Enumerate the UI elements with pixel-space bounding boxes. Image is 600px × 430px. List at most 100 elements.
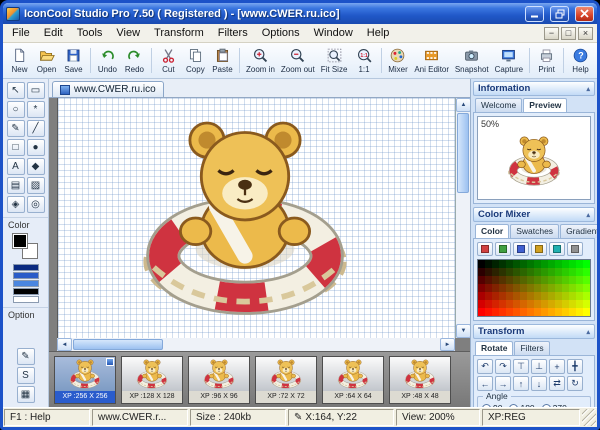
palette-swatch[interactable]	[499, 292, 506, 300]
palette-swatch[interactable]	[562, 308, 569, 316]
color-mixer-tab-swatches[interactable]: Swatches	[510, 224, 560, 238]
shift-left-button[interactable]: ←	[477, 376, 493, 391]
menu-file[interactable]: File	[5, 25, 37, 41]
palette-swatch[interactable]	[520, 268, 527, 276]
menu-view[interactable]: View	[109, 25, 147, 41]
brush-tool[interactable]: ✎	[16, 348, 35, 365]
palette-swatch[interactable]	[541, 308, 548, 316]
fill-tool[interactable]: ◆	[26, 158, 45, 175]
palette-swatch[interactable]	[506, 268, 513, 276]
palette-swatch[interactable]	[513, 300, 520, 308]
shift-up-button[interactable]: ↑	[513, 376, 529, 391]
palette-swatch[interactable]	[485, 292, 492, 300]
palette-swatch[interactable]	[555, 260, 562, 268]
horizontal-scrollbar[interactable]: ◄ ►	[57, 338, 455, 351]
lasso-tool[interactable]: ○	[6, 101, 25, 118]
save-button[interactable]: Save	[60, 44, 87, 77]
palette-swatch[interactable]	[555, 284, 562, 292]
zoom-tool[interactable]: ◎	[26, 196, 45, 213]
palette-swatch[interactable]	[576, 284, 583, 292]
palette-swatch[interactable]	[576, 268, 583, 276]
1-1-button[interactable]: 1:1	[351, 44, 378, 77]
palette-swatch[interactable]	[527, 284, 534, 292]
redo-button[interactable]: Redo	[121, 44, 148, 77]
palette-swatch[interactable]	[562, 276, 569, 284]
palette-swatch[interactable]	[548, 308, 555, 316]
palette-swatch[interactable]	[485, 276, 492, 284]
palette-swatch[interactable]	[506, 300, 513, 308]
new-button[interactable]: New	[6, 44, 33, 77]
palette-swatch[interactable]	[583, 260, 590, 268]
palette-swatch[interactable]	[534, 300, 541, 308]
palette-swatch[interactable]	[583, 300, 590, 308]
palette-swatch[interactable]	[513, 292, 520, 300]
snapshot-button[interactable]: Snapshot	[452, 44, 492, 77]
thumbnail[interactable]: XP :128 X 128	[121, 355, 183, 404]
menu-options[interactable]: Options	[255, 25, 307, 41]
palette-swatch[interactable]	[478, 276, 485, 284]
palette-swatch[interactable]	[548, 284, 555, 292]
select-tool[interactable]: ↖	[6, 82, 25, 99]
copy-button[interactable]: Copy	[182, 44, 209, 77]
mixer-button[interactable]: Mixer	[384, 44, 411, 77]
minimize-button[interactable]	[525, 5, 544, 22]
palette-swatch[interactable]	[527, 308, 534, 316]
resize-grip[interactable]	[582, 409, 596, 426]
angle-radio-270[interactable]	[541, 403, 551, 407]
angle-option-90[interactable]: 90	[482, 403, 502, 407]
transform-tab-filters[interactable]: Filters	[514, 341, 550, 355]
transform-header[interactable]: Transform ▴	[473, 324, 595, 339]
thumbnail[interactable]: XP :72 X 72	[255, 355, 317, 404]
color-mixer-tab-gradient[interactable]: Gradient	[560, 224, 597, 238]
document-tab[interactable]: www.CWER.ru.ico	[52, 81, 164, 97]
palette-swatch[interactable]	[534, 284, 541, 292]
vertical-scroll-track[interactable]	[456, 194, 470, 324]
menu-filters[interactable]: Filters	[211, 25, 255, 41]
palette-swatch[interactable]	[583, 276, 590, 284]
color-strip[interactable]	[12, 288, 39, 295]
color-strip[interactable]	[12, 296, 39, 303]
magic-wand-tool[interactable]: *	[26, 101, 45, 118]
angle-radio-180[interactable]	[509, 403, 519, 407]
palette-swatch[interactable]	[562, 300, 569, 308]
scroll-up-button[interactable]: ▲	[456, 98, 471, 112]
center-button[interactable]: ╋	[567, 359, 583, 374]
collapse-icon[interactable]: ▴	[586, 328, 590, 336]
scroll-down-button[interactable]: ▼	[456, 324, 471, 338]
palette-swatch[interactable]	[555, 292, 562, 300]
flip-down-button[interactable]: ⊥	[531, 359, 547, 374]
mdi-close-button[interactable]: ×	[578, 26, 593, 40]
palette-swatch[interactable]	[555, 300, 562, 308]
eraser-tool[interactable]: ▤	[6, 177, 25, 194]
marquee-tool[interactable]: ▭	[26, 82, 45, 99]
angle-option-180[interactable]: 180	[509, 403, 535, 407]
help-button[interactable]: Help	[567, 44, 594, 77]
palette-swatch[interactable]	[548, 260, 555, 268]
grid-toggle[interactable]: ▦	[16, 386, 35, 403]
palette-swatch[interactable]	[492, 300, 499, 308]
horizontal-scroll-thumb[interactable]	[73, 339, 163, 350]
rotate-cycle-button[interactable]: ↻	[567, 376, 583, 391]
palette-swatch[interactable]	[527, 276, 534, 284]
open-button[interactable]: Open	[33, 44, 60, 77]
swap-button[interactable]: ⇄	[549, 376, 565, 391]
palette-swatch[interactable]	[478, 268, 485, 276]
palette-swatch[interactable]	[569, 260, 576, 268]
palette-swatch[interactable]	[506, 284, 513, 292]
palette-swatch[interactable]	[478, 308, 485, 316]
palette-swatch[interactable]	[492, 308, 499, 316]
menu-edit[interactable]: Edit	[37, 25, 70, 41]
collapse-icon[interactable]: ▴	[586, 211, 590, 219]
palette-swatch[interactable]	[478, 300, 485, 308]
add-color-button[interactable]	[495, 242, 511, 256]
palette-swatch[interactable]	[499, 276, 506, 284]
palette-swatch[interactable]	[583, 308, 590, 316]
menu-help[interactable]: Help	[360, 25, 397, 41]
palette-swatch[interactable]	[548, 276, 555, 284]
palette-swatch[interactable]	[506, 260, 513, 268]
paste-button[interactable]: Paste	[209, 44, 236, 77]
thumbnail[interactable]: XP :48 X 48	[389, 355, 451, 404]
palette-swatch[interactable]	[492, 276, 499, 284]
palette-swatch[interactable]	[520, 284, 527, 292]
palette-swatch[interactable]	[513, 276, 520, 284]
